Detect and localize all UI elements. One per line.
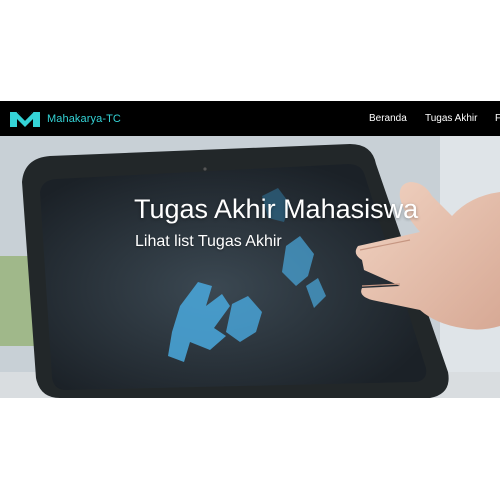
hero-title: Tugas Akhir Mahasiswa [134,194,419,224]
top-navbar: Mahakarya-TC Beranda Tugas Akhir F [0,101,500,136]
m-logo-icon [10,111,40,127]
brand-link[interactable]: Mahakarya-TC [9,101,121,136]
hero-subtitle[interactable]: Lihat list Tugas Akhir [135,233,282,251]
brand-name: Mahakarya-TC [47,112,121,125]
nav-item-beranda[interactable]: Beranda [369,101,407,136]
nav-item-tugas-akhir[interactable]: Tugas Akhir [425,101,477,136]
hero-banner: Tugas Akhir Mahasiswa Lihat list Tugas A… [0,136,500,398]
tablet-hand-photo [0,136,500,398]
nav-item-truncated[interactable]: F [495,101,500,136]
